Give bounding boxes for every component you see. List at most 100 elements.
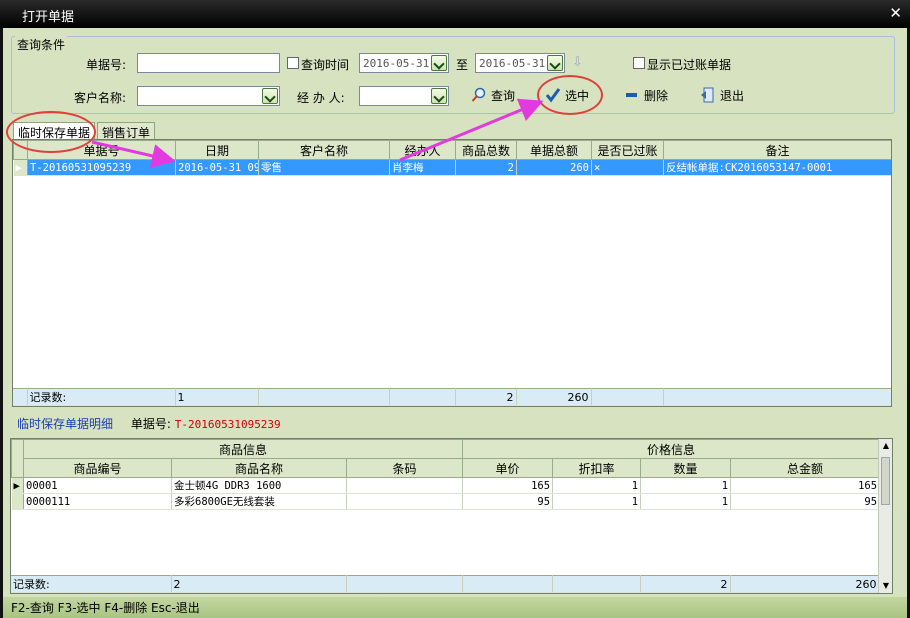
- col-header[interactable]: 经办人: [389, 140, 456, 160]
- arrow-down-icon: ⇩: [572, 55, 583, 70]
- cell-barcode[interactable]: [346, 477, 464, 494]
- cell-qty[interactable]: 1: [640, 493, 732, 510]
- window-title: 打开单据: [22, 10, 75, 25]
- footer-count: 2: [171, 575, 347, 593]
- handler-select[interactable]: [359, 86, 449, 106]
- row-pointer-icon: ▶: [13, 159, 28, 176]
- footer-amount: 260: [516, 388, 592, 406]
- close-icon[interactable]: ✕: [889, 4, 902, 22]
- footer-empty: [591, 388, 664, 406]
- col-header[interactable]: 数量: [640, 458, 732, 478]
- footer-qty: 2: [455, 388, 517, 406]
- group-header: 商品信息: [22, 439, 464, 459]
- date-from-picker[interactable]: 2016-05-31: [359, 53, 449, 73]
- main-grid-header: 单据号 日期 客户名称 经办人 商品总数 单据总额 是否已过账 备注: [13, 140, 891, 160]
- search-label: 查询: [491, 88, 516, 103]
- table-row[interactable]: ▶ 00001 金士顿4G DDR3 1600 165 1 1 165: [11, 477, 881, 494]
- detail-title: 临时保存单据明细: [17, 417, 114, 431]
- customer-select[interactable]: [137, 86, 280, 106]
- main-grid-footer: 记录数: 1 2 260: [13, 388, 891, 406]
- col-header[interactable]: 日期: [175, 140, 259, 160]
- cell-name[interactable]: 金士顿4G DDR3 1600: [171, 477, 347, 494]
- col-header[interactable]: 是否已过账: [591, 140, 664, 160]
- detail-doc-value: T-20160531095239: [174, 418, 281, 431]
- col-header[interactable]: 商品编号: [23, 458, 172, 478]
- date-to-picker[interactable]: 2016-05-31: [475, 53, 565, 73]
- table-row[interactable]: 0000111 多彩6800GE无线套装 95 1 1 95: [11, 493, 881, 510]
- row-indicator-header: [11, 439, 24, 478]
- table-row[interactable]: ▶ T-20160531095239 2016-05-31 09 零售 肖李梅 …: [13, 159, 891, 176]
- cell-qty[interactable]: 2: [455, 159, 517, 176]
- cell-customer[interactable]: 零售: [258, 159, 390, 176]
- dropdown-icon[interactable]: [431, 55, 447, 71]
- search-button[interactable]: 查询: [471, 84, 515, 106]
- footer-empty: [389, 388, 456, 406]
- cell-amount[interactable]: 260: [516, 159, 592, 176]
- cell-doc-no[interactable]: T-20160531095239: [27, 159, 176, 176]
- cell-posted[interactable]: ×: [591, 159, 664, 176]
- footer-total: 260: [730, 575, 880, 593]
- dropdown-icon[interactable]: [262, 88, 278, 104]
- cell-price[interactable]: 95: [462, 493, 554, 510]
- col-header[interactable]: 总金额: [730, 458, 881, 478]
- doc-no-input[interactable]: [137, 53, 280, 73]
- checkmark-icon: [545, 87, 561, 103]
- col-header[interactable]: 折扣率: [552, 458, 642, 478]
- minus-icon: [624, 87, 640, 103]
- cell-qty[interactable]: 1: [640, 477, 732, 494]
- vertical-scrollbar[interactable]: ▲ ▼: [878, 439, 892, 593]
- cell-code[interactable]: 0000111: [23, 493, 172, 510]
- cell-discount[interactable]: 1: [552, 493, 642, 510]
- dropdown-icon[interactable]: [431, 88, 447, 104]
- show-posted-label: 显示已过账单据: [647, 58, 732, 72]
- exit-label: 退出: [720, 88, 745, 103]
- cell-name[interactable]: 多彩6800GE无线套装: [171, 493, 347, 510]
- cell-price[interactable]: 165: [462, 477, 554, 494]
- tab-temp-saved[interactable]: 临时保存单据: [13, 122, 96, 140]
- col-header[interactable]: 商品名称: [171, 458, 347, 478]
- cell-total[interactable]: 165: [730, 477, 881, 494]
- col-header[interactable]: 备注: [663, 140, 891, 160]
- detail-doc-label: 单据号:: [130, 417, 171, 431]
- query-time-checkbox[interactable]: [287, 57, 299, 69]
- cell-barcode[interactable]: [346, 493, 464, 510]
- col-header[interactable]: 单据总额: [516, 140, 592, 160]
- exit-door-icon: [700, 87, 716, 103]
- cell-total[interactable]: 95: [730, 493, 881, 510]
- title-bar: 打开单据 ✕: [0, 0, 910, 28]
- delete-button[interactable]: 删除: [624, 84, 668, 106]
- select-button[interactable]: 选中: [545, 84, 589, 106]
- show-posted-checkbox[interactable]: [633, 57, 645, 69]
- col-header[interactable]: 客户名称: [258, 140, 390, 160]
- select-label: 选中: [565, 88, 590, 103]
- col-header[interactable]: 单价: [462, 458, 554, 478]
- col-header[interactable]: 单据号: [27, 140, 176, 160]
- footer-empty: [346, 575, 463, 593]
- search-icon: [471, 87, 487, 103]
- query-legend: 查询条件: [15, 36, 68, 53]
- cell-code[interactable]: 00001: [23, 477, 172, 494]
- detail-group-header: 商品信息 价格信息: [11, 439, 881, 478]
- col-header[interactable]: 商品总数: [455, 140, 517, 160]
- dropdown-icon[interactable]: [547, 55, 563, 71]
- customer-label: 客户名称:: [74, 91, 127, 105]
- main-grid: 单据号 日期 客户名称 经办人 商品总数 单据总额 是否已过账 备注 ▶ T-2…: [12, 139, 892, 407]
- scroll-thumb[interactable]: [881, 457, 890, 505]
- to-label: 至: [456, 58, 469, 72]
- tab-sales-order[interactable]: 销售订单: [97, 122, 156, 140]
- col-header[interactable]: 条码: [345, 458, 464, 478]
- scroll-down-icon[interactable]: ▼: [879, 579, 892, 593]
- footer-empty: [663, 388, 891, 406]
- footer-spacer: [13, 388, 28, 406]
- exit-button[interactable]: 退出: [700, 84, 744, 106]
- status-bar: F2-查询 F3-选中 F4-删除 Esc-退出: [3, 597, 907, 618]
- cell-date[interactable]: 2016-05-31 09: [175, 159, 259, 176]
- cell-handler[interactable]: 肖李梅: [389, 159, 456, 176]
- date-from-value: 2016-05-31: [363, 57, 430, 70]
- cell-discount[interactable]: 1: [552, 477, 642, 494]
- cell-remark[interactable]: 反结帐单据:CK2016053147-0001: [663, 159, 891, 176]
- group-header: 价格信息: [462, 439, 881, 459]
- detail-grid: 商品信息 价格信息 商品编号 商品名称 条码 单价 折扣率 数量 总金额 ▶ 0…: [10, 438, 893, 594]
- scroll-up-icon[interactable]: ▲: [879, 439, 892, 453]
- row-indicator-header: [13, 140, 28, 160]
